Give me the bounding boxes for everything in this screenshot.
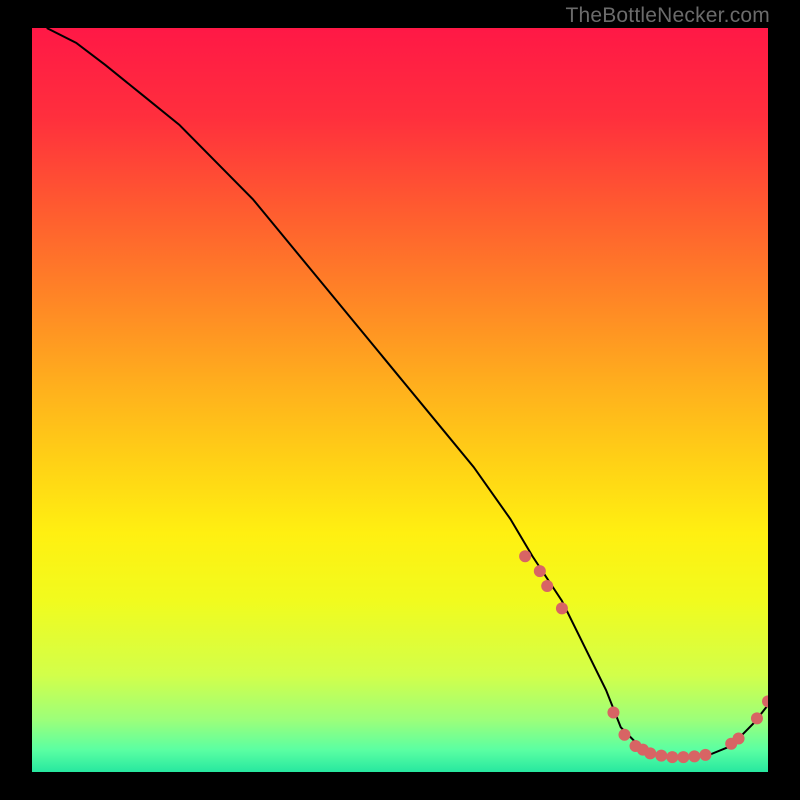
data-marker (556, 602, 568, 614)
data-marker (733, 733, 745, 745)
data-marker (618, 729, 630, 741)
chart-stage: TheBottleNecker.com (0, 0, 800, 800)
data-marker (751, 712, 763, 724)
data-marker (644, 747, 656, 759)
data-marker (519, 550, 531, 562)
data-marker (688, 750, 700, 762)
chart-svg (32, 28, 768, 772)
watermark-text: TheBottleNecker.com (565, 4, 770, 28)
gradient-background (32, 28, 768, 772)
data-marker (677, 751, 689, 763)
data-marker (534, 565, 546, 577)
data-marker (699, 749, 711, 761)
data-marker (541, 580, 553, 592)
data-marker (666, 751, 678, 763)
plot-area (32, 28, 768, 772)
data-marker (655, 750, 667, 762)
data-marker (607, 706, 619, 718)
